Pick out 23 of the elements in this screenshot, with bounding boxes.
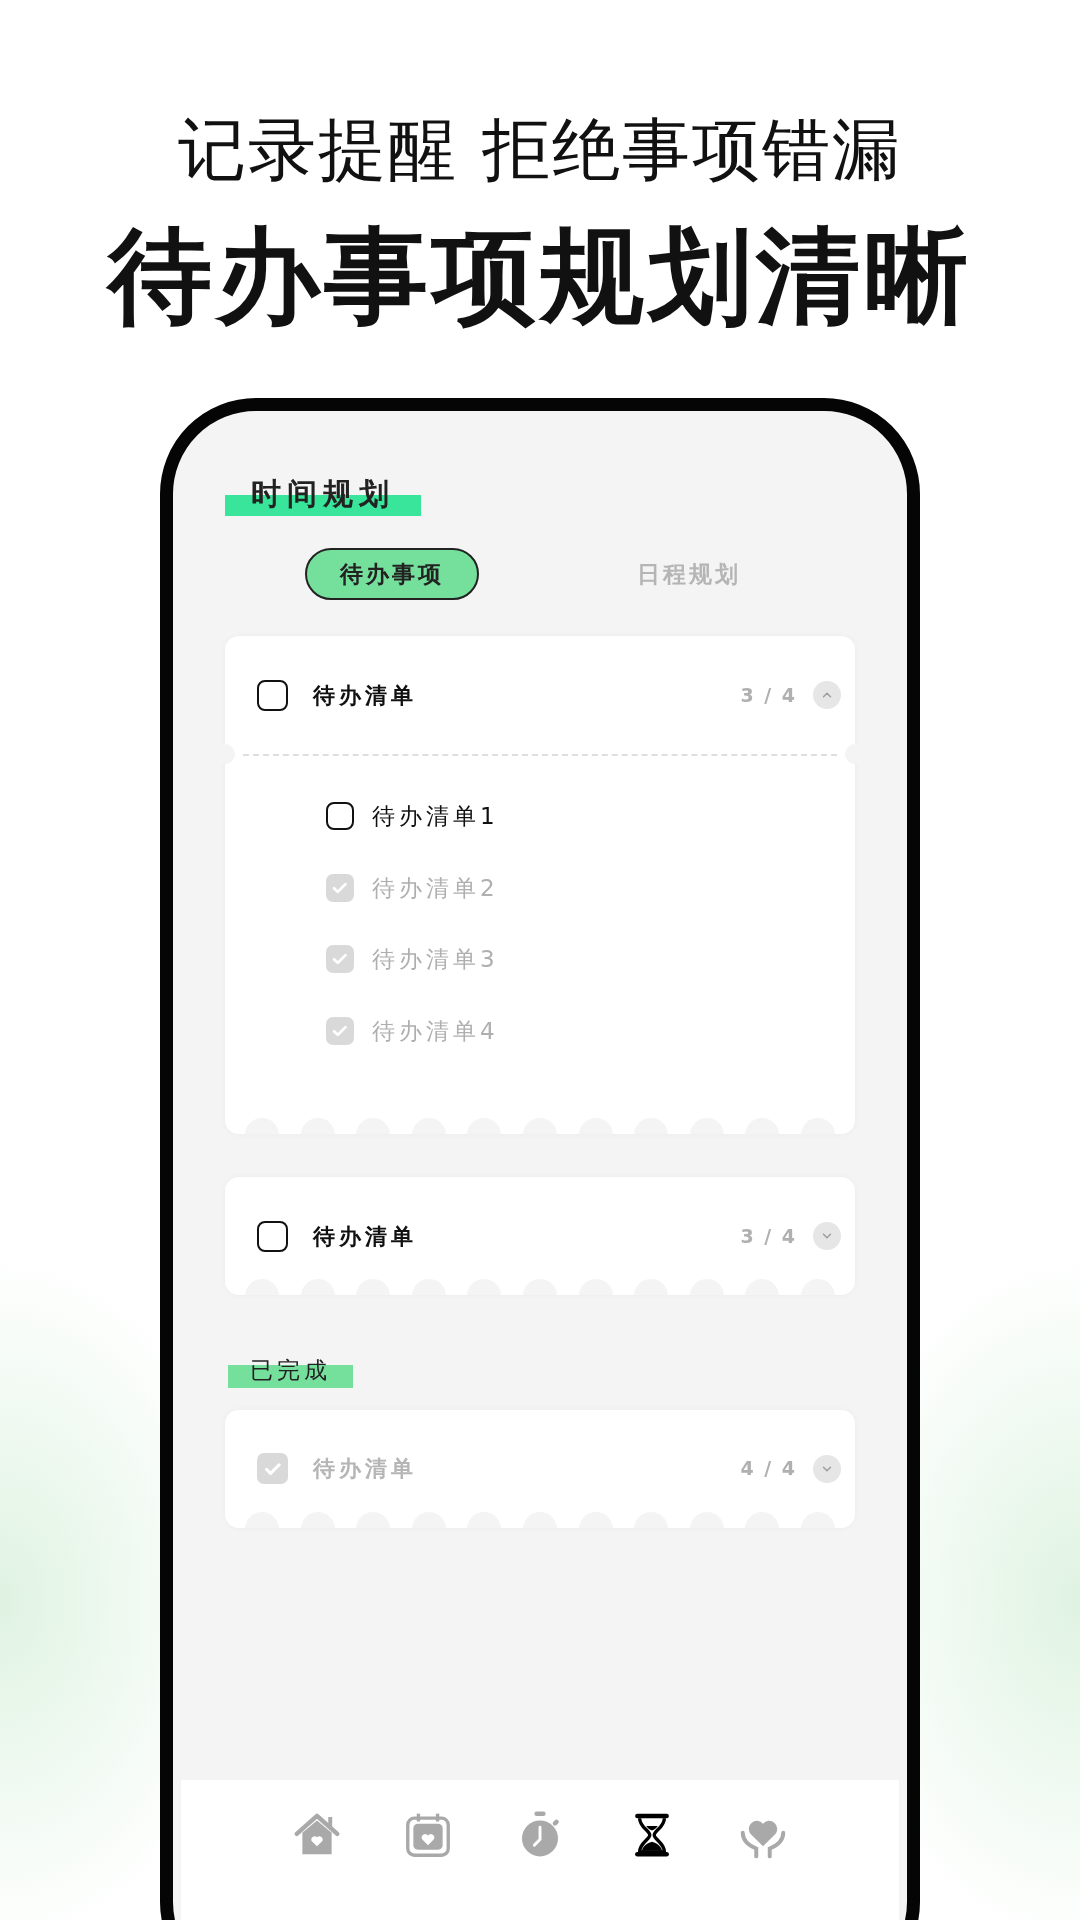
chevron-button[interactable]: [813, 1222, 841, 1250]
list-title: 待办清单: [313, 1222, 417, 1251]
checked-checkbox[interactable]: [257, 1453, 288, 1484]
list-title: 待办清单: [313, 681, 417, 710]
todo-item-label: 待办清单3: [372, 945, 499, 974]
chevron-button[interactable]: [813, 1454, 841, 1483]
progress-count: 3 / 4: [740, 682, 797, 708]
todo-item-label: 待办清单2: [372, 873, 499, 903]
todo-item-label: 待办清单4: [372, 1016, 499, 1046]
checked-checkbox[interactable]: [326, 945, 354, 974]
tab[interactable]: 待办事项: [304, 548, 479, 600]
checkbox[interactable]: [257, 679, 288, 711]
checkbox[interactable]: [257, 1220, 288, 1252]
headline-subtitle: 记录提醒 拒绝事项错漏: [178, 110, 902, 190]
chevron-button[interactable]: [813, 681, 841, 709]
checked-checkbox[interactable]: [326, 873, 354, 902]
checkbox[interactable]: [326, 802, 354, 831]
todo-item-label: 待办清单1: [372, 802, 499, 831]
list-title: 待办清单: [313, 1455, 417, 1483]
progress-count: 4 / 4: [740, 1456, 797, 1482]
progress-count: 3 / 4: [740, 1223, 797, 1249]
headline-title: 待办事项规划清晰: [108, 216, 972, 336]
checked-checkbox[interactable]: [326, 1016, 354, 1045]
